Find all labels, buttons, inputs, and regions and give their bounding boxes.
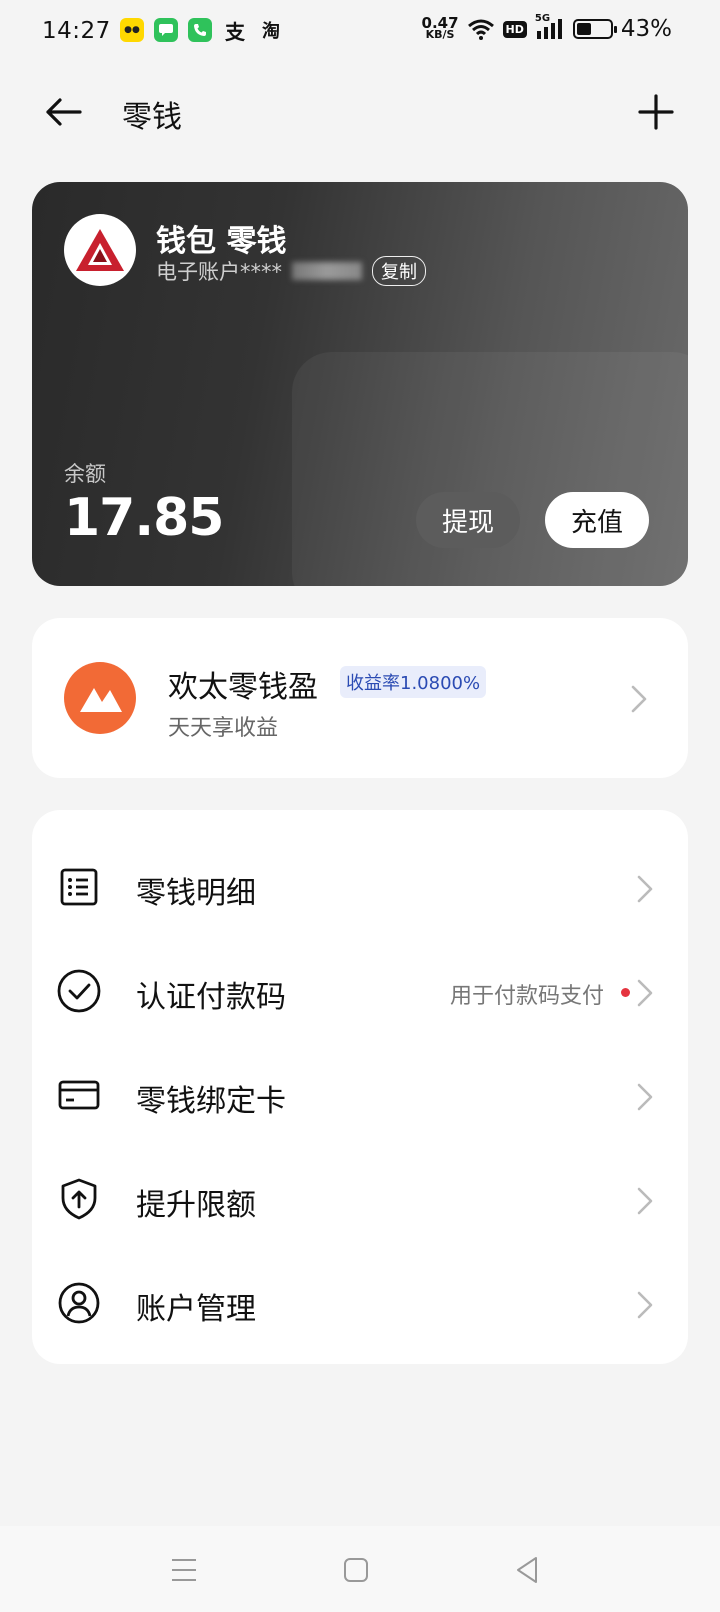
hd-icon: HD [502, 20, 527, 38]
menu-lines-icon[interactable] [164, 1550, 204, 1590]
chevron-right-icon [637, 875, 653, 903]
shield-up-icon [61, 1178, 97, 1220]
taobao-icon: 淘 [262, 21, 280, 42]
balance-label: 余额 [64, 462, 106, 486]
battery-level [576, 23, 591, 35]
add-button[interactable] [632, 88, 680, 136]
check-circle-icon [57, 969, 101, 1013]
menu-list: 零钱明细 认证付款码 用于付款码支付 零钱绑定卡 提升限额 账户管理 [32, 810, 688, 1364]
home-square-icon[interactable] [336, 1550, 376, 1590]
card-icon [58, 1080, 100, 1110]
balance-value: 17.85 [64, 488, 224, 548]
menu-hint: 用于付款码支付 [449, 984, 604, 1009]
arrow-left-icon [46, 98, 82, 126]
battery-percent: 43% [620, 16, 672, 42]
wallet-title: 钱包 零钱 [156, 224, 287, 259]
menu-item-bound-card[interactable]: 零钱绑定卡 [32, 1044, 688, 1148]
withdraw-button[interactable]: 提现 [416, 492, 520, 548]
topup-button[interactable]: 充值 [545, 492, 649, 548]
copy-button[interactable]: 复制 [372, 256, 426, 286]
fund-logo [64, 662, 136, 734]
menu-label: 账户管理 [136, 1292, 256, 1327]
menu-item-raise-limit[interactable]: 提升限额 [32, 1148, 688, 1252]
fund-card[interactable]: 欢太零钱盈 收益率1.0800% 天天享收益 [32, 618, 688, 778]
wifi-icon [467, 19, 494, 40]
mountain-logo-icon [80, 688, 122, 712]
back-triangle-icon[interactable] [508, 1550, 548, 1590]
fund-name: 欢太零钱盈 [168, 670, 318, 705]
meituan-icon: ●● [120, 18, 144, 42]
status-indicators: 0.47 KB/S HD 5G 43% [421, 13, 672, 42]
app-header: 零钱 [0, 66, 720, 162]
plus-icon [638, 94, 674, 130]
menu-label: 认证付款码 [136, 980, 286, 1015]
menu-label: 提升限额 [136, 1188, 256, 1223]
status-time: 14:27 [42, 18, 111, 44]
chevron-right-icon [637, 1083, 653, 1111]
bank-logo-icon [76, 229, 124, 271]
account-prefix: 电子账户**** [156, 260, 282, 284]
chevron-right-icon [631, 685, 647, 713]
notification-icons: ●● 支 淘 [120, 18, 284, 44]
fund-rate-badge: 收益率1.0800% [340, 666, 487, 698]
wallet-card: 钱包 零钱 电子账户**** 复制 余额 17.85 提现 充值 [32, 182, 688, 586]
chevron-right-icon [637, 1187, 653, 1215]
menu-item-transactions[interactable]: 零钱明细 [32, 836, 688, 940]
signal-icon: 5G [535, 13, 565, 41]
chevron-right-icon [637, 979, 653, 1007]
list-icon [60, 868, 98, 906]
alipay-icon: 支 [225, 19, 245, 44]
menu-item-payment-code[interactable]: 认证付款码 用于付款码支付 [32, 940, 688, 1044]
battery-icon [572, 19, 617, 39]
user-circle-icon [58, 1282, 100, 1324]
status-bar: 14:27 ●● 支 淘 0.47 KB/S HD 5G 43% [0, 0, 720, 66]
phone-icon [188, 18, 212, 42]
masked-account-blur [292, 262, 362, 280]
fund-subtitle: 天天享收益 [168, 716, 279, 741]
bank-logo [64, 214, 136, 286]
menu-item-account-management[interactable]: 账户管理 [32, 1252, 688, 1356]
chevron-right-icon [637, 1291, 653, 1319]
account-number: 电子账户**** 复制 [156, 256, 426, 286]
message-icon [154, 18, 178, 42]
page-title: 零钱 [122, 100, 182, 135]
back-button[interactable] [40, 88, 88, 136]
menu-label: 零钱明细 [136, 876, 256, 911]
system-nav-bar [0, 1526, 720, 1612]
notification-dot [621, 988, 630, 997]
menu-label: 零钱绑定卡 [136, 1084, 286, 1119]
network-speed: 0.47 KB/S [421, 14, 459, 41]
